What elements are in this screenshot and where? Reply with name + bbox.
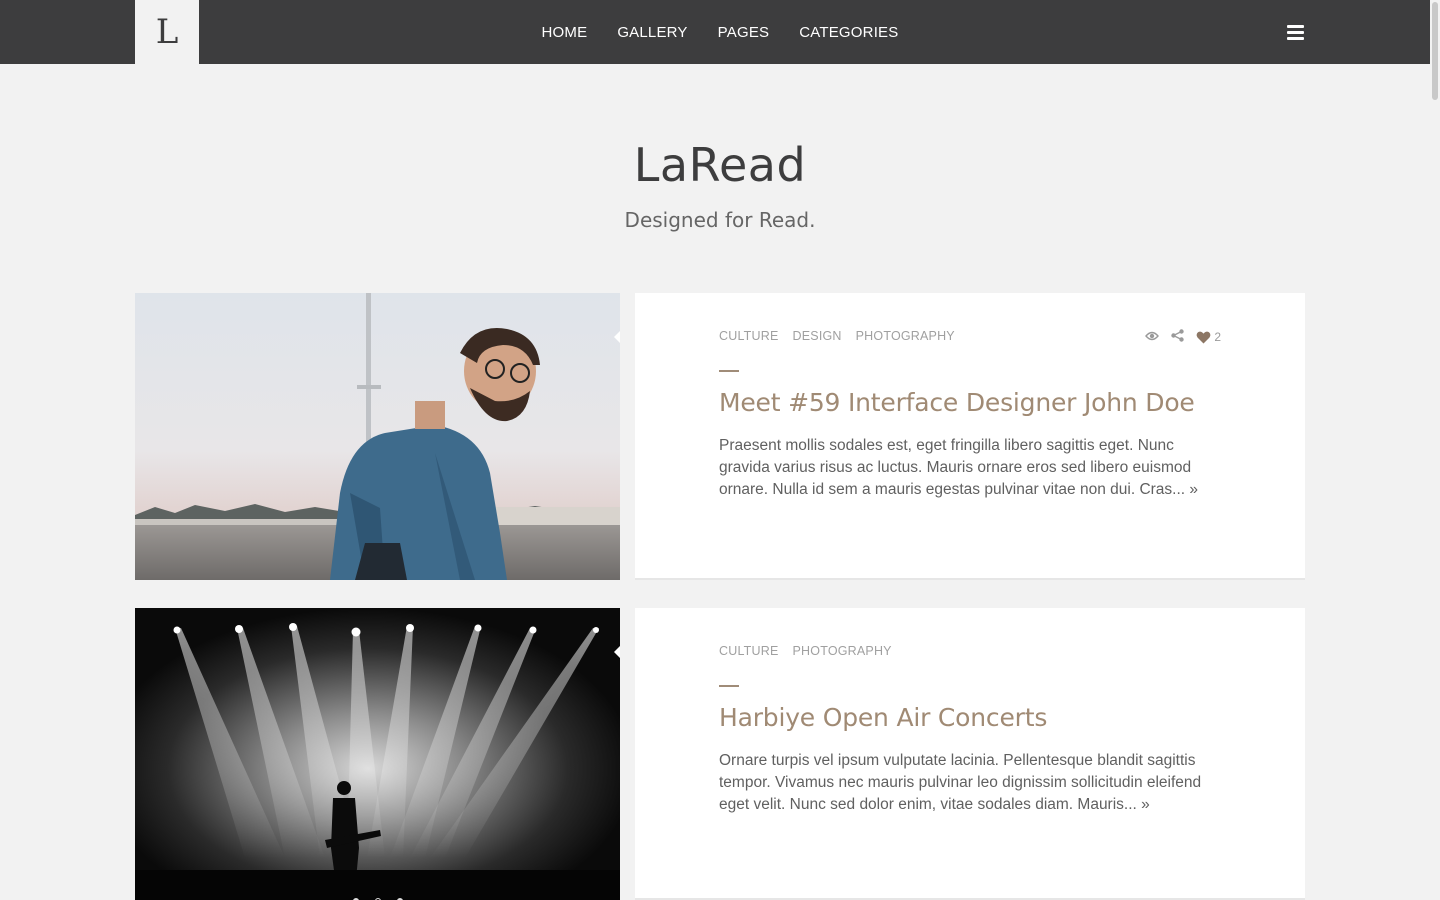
post-card: CULTURE PHOTOGRAPHY Harbiye Open Air Con… (135, 608, 1305, 900)
title-separator (719, 685, 739, 687)
post-categories: CULTURE PHOTOGRAPHY (719, 644, 892, 658)
nav-categories[interactable]: CATEGORIES (799, 24, 898, 41)
post-content: CULTURE DESIGN PHOTOGRAPHY 2 Meet #59 In… (635, 293, 1305, 580)
scrollbar-thumb[interactable] (1432, 2, 1438, 100)
category-link[interactable]: PHOTOGRAPHY (856, 329, 955, 343)
site-tagline: Designed for Read. (624, 208, 816, 232)
post-image-portrait[interactable] (135, 293, 620, 580)
page-scrollbar[interactable] (1430, 0, 1440, 900)
likes-counter[interactable]: 2 (1196, 330, 1221, 344)
category-link[interactable]: CULTURE (719, 329, 779, 343)
post-content: CULTURE PHOTOGRAPHY Harbiye Open Air Con… (635, 608, 1305, 900)
post-title[interactable]: Meet #59 Interface Designer John Doe (719, 388, 1195, 417)
post-card: CULTURE DESIGN PHOTOGRAPHY 2 Meet #59 In… (135, 293, 1305, 580)
post-categories: CULTURE DESIGN PHOTOGRAPHY (719, 329, 955, 343)
card-arrow-notch (614, 331, 620, 343)
title-separator (719, 370, 739, 372)
eye-icon[interactable] (1145, 330, 1160, 344)
site-logo[interactable]: L (135, 0, 199, 64)
likes-count: 2 (1214, 330, 1221, 344)
category-link[interactable]: CULTURE (719, 644, 779, 658)
hamburger-icon[interactable] (1287, 25, 1305, 40)
site-title: LaRead (633, 138, 807, 192)
read-more-link[interactable]: » (1141, 796, 1150, 813)
nav-gallery[interactable]: GALLERY (617, 24, 687, 41)
heart-icon (1196, 331, 1211, 343)
post-meta: 2 (1145, 329, 1221, 345)
main-nav: HOME GALLERY PAGES CATEGORIES (0, 0, 1440, 64)
nav-pages[interactable]: PAGES (718, 24, 770, 41)
category-link[interactable]: PHOTOGRAPHY (793, 644, 892, 658)
post-image-concert[interactable] (135, 608, 620, 900)
post-title[interactable]: Harbiye Open Air Concerts (719, 703, 1047, 732)
post-excerpt: Ornare turpis vel ipsum vulputate lacini… (719, 752, 1202, 813)
card-arrow-notch (614, 646, 620, 658)
share-icon[interactable] (1171, 329, 1185, 345)
nav-home[interactable]: HOME (542, 24, 588, 41)
read-more-link[interactable]: » (1189, 481, 1198, 498)
category-link[interactable]: DESIGN (793, 329, 842, 343)
post-excerpt: Praesent mollis sodales est, eget fringi… (719, 437, 1199, 498)
top-navbar: L HOME GALLERY PAGES CATEGORIES (0, 0, 1440, 64)
